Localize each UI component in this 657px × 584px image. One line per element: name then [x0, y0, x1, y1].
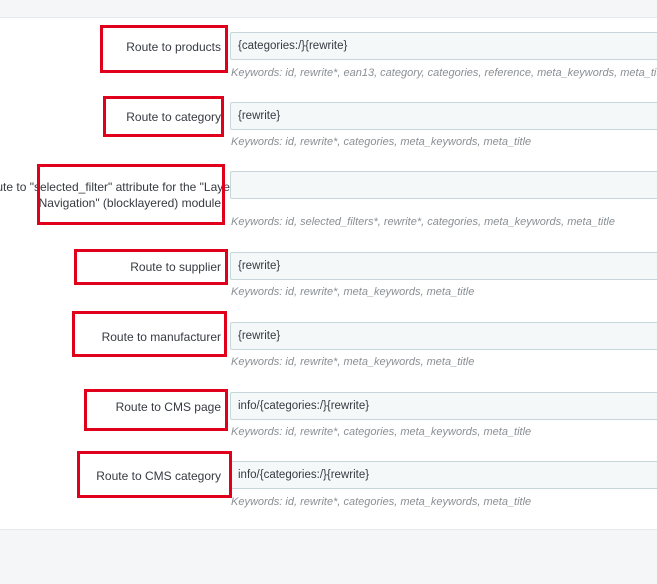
- route-supplier-input[interactable]: {rewrite}: [230, 252, 657, 280]
- highlight-box-layered: [37, 164, 225, 225]
- route-category-input[interactable]: {rewrite}: [230, 102, 657, 130]
- highlight-box-products: [100, 25, 228, 73]
- highlight-box-cms-page: [84, 389, 228, 431]
- route-cms-page-input[interactable]: info/{categories:/}{rewrite}: [230, 392, 657, 420]
- highlight-box-manufacturer: [72, 311, 227, 357]
- route-layered-help: Keywords: id, selected_filters*, rewrite…: [231, 216, 615, 228]
- route-cms-category-help: Keywords: id, rewrite*, categories, meta…: [231, 496, 532, 508]
- route-manufacturer-input[interactable]: {rewrite}: [230, 322, 657, 350]
- highlight-box-cms-category: [77, 451, 232, 498]
- route-cms-category-input[interactable]: info/{categories:/}{rewrite}: [230, 461, 657, 489]
- route-products-help: Keywords: id, rewrite*, ean13, category,…: [231, 67, 657, 79]
- route-products-input[interactable]: {categories:/}{rewrite}: [230, 32, 657, 60]
- route-manufacturer-help: Keywords: id, rewrite*, meta_keywords, m…: [231, 356, 475, 368]
- route-cms-page-help: Keywords: id, rewrite*, categories, meta…: [231, 426, 532, 438]
- highlight-box-supplier: [74, 249, 228, 285]
- route-supplier-help: Keywords: id, rewrite*, meta_keywords, m…: [231, 286, 475, 298]
- route-layered-input[interactable]: [230, 171, 657, 199]
- route-category-help: Keywords: id, rewrite*, categories, meta…: [231, 136, 532, 148]
- highlight-box-category: [103, 96, 224, 137]
